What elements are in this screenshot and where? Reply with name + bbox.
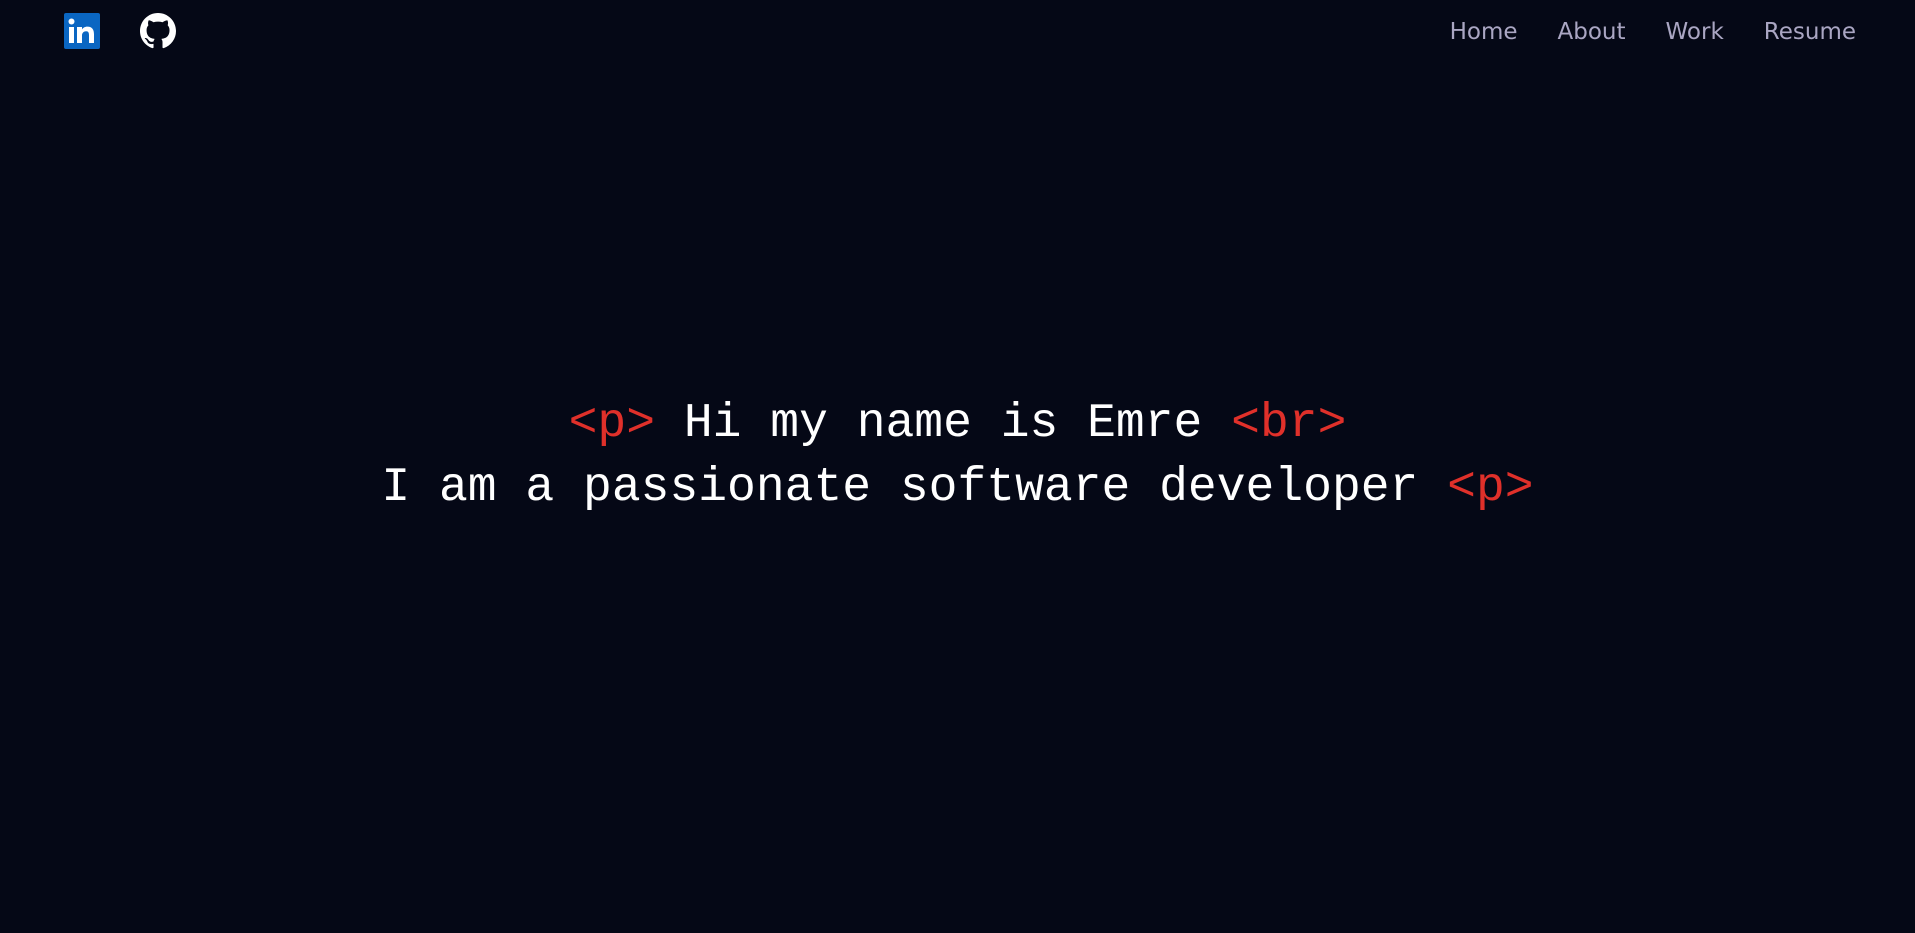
- hero-break-tag: <br>: [1231, 397, 1347, 451]
- linkedin-link[interactable]: [64, 13, 100, 49]
- nav-item-resume[interactable]: Resume: [1764, 14, 1856, 50]
- nav-item-home[interactable]: Home: [1450, 14, 1518, 50]
- hero-close-tag: <p>: [1447, 461, 1534, 515]
- social-links: [64, 13, 176, 49]
- site-header: Home About Work Resume: [0, 0, 1915, 64]
- nav-item-work[interactable]: Work: [1666, 14, 1724, 50]
- main-nav: Home About Work Resume: [1450, 14, 1856, 50]
- hero-line-1: <p> Hi my name is Emre <br>: [0, 392, 1915, 456]
- hero-line-2: I am a passionate software developer <p>: [0, 456, 1915, 520]
- linkedin-icon: [64, 13, 100, 49]
- hero-open-tag: <p>: [568, 397, 656, 451]
- hero-greeting: Hi my name is Emre: [683, 397, 1203, 451]
- hero-intro: <p> Hi my name is Emre <br> I am a passi…: [0, 392, 1915, 520]
- nav-item-about[interactable]: About: [1558, 14, 1626, 50]
- github-icon: [140, 13, 176, 49]
- hero-tagline: I am a passionate software developer: [381, 461, 1419, 515]
- github-link[interactable]: [140, 13, 176, 49]
